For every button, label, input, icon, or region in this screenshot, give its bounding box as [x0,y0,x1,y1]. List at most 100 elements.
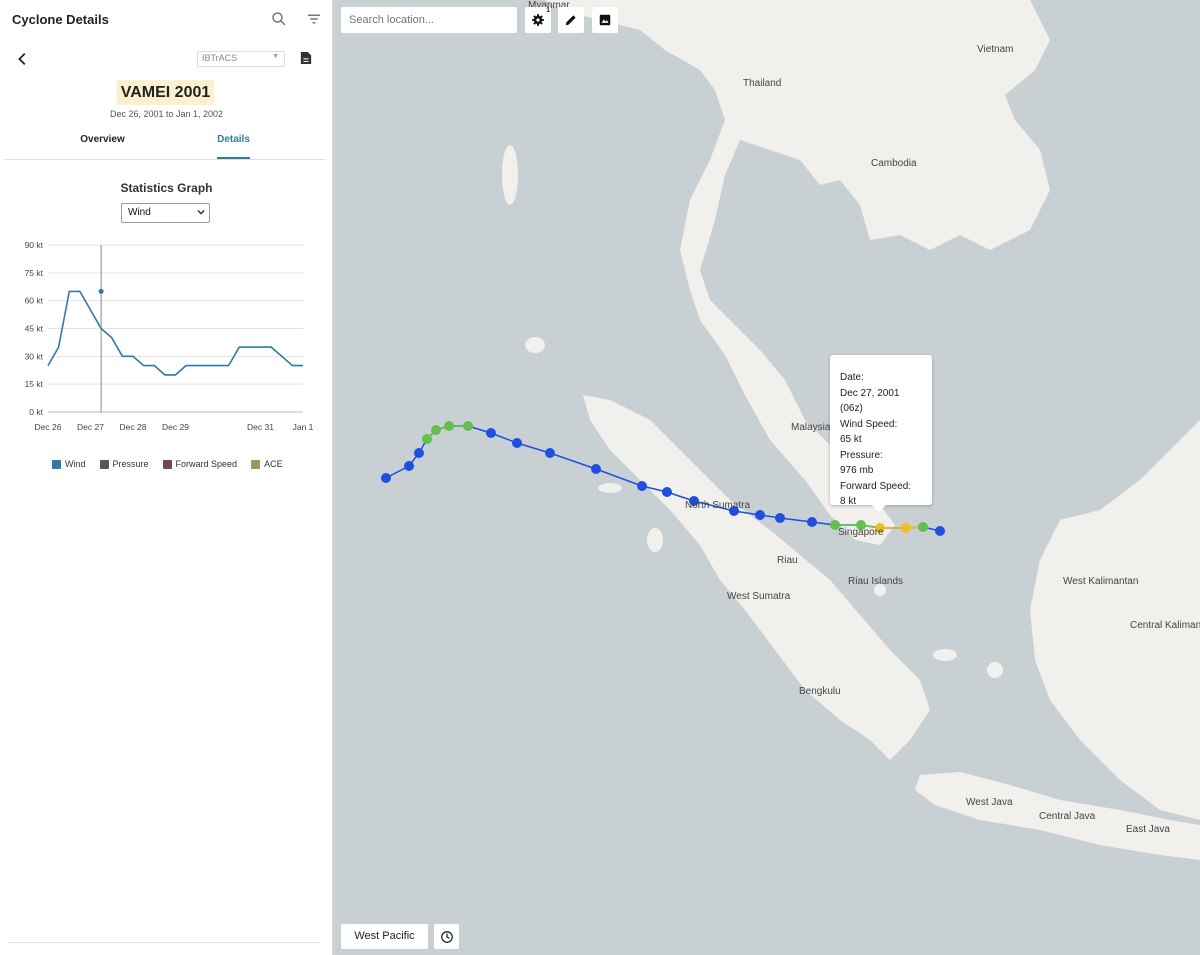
track-point[interactable] [591,464,601,474]
tooltip-pressure-value: 976 mb [840,465,874,476]
legend-swatch [251,459,261,469]
document-icon[interactable] [300,51,314,67]
land-island [987,662,1003,678]
tooltip-fwd-label: Forward Speed: [840,480,912,492]
highlight-point [98,288,104,294]
y-tick-label: 45 kt [25,324,44,334]
map-label-central-java: Central Java [1039,811,1096,822]
history-button[interactable] [434,924,459,949]
wind-chart[interactable]: 0 kt 15 kt 30 kt 45 kt 60 kt 75 kt 90 kt Dec 26… [0,235,333,435]
map-label-west-kalimantan: West Kalimantan [1063,576,1139,587]
back-arrow-icon[interactable] [14,50,34,70]
x-tick-label: Dec 26 [35,422,62,432]
track-point[interactable] [381,473,391,483]
metric-select[interactable]: Wind [121,203,210,223]
map-label-west-java: West Java [966,797,1013,808]
divider [8,942,320,943]
track-point[interactable] [755,510,765,520]
map-label-vietnam: Vietnam [977,44,1014,55]
draw-button[interactable] [558,7,584,33]
region-button[interactable]: West Pacific [341,924,428,949]
land-mainland [545,0,1050,545]
legend-swatch [52,459,61,469]
track-point[interactable] [486,428,496,438]
cyclone-details-panel: Cyclone Details IBTrACS ▼ VAMEI 2001 Dec… [0,0,333,955]
y-tick-label: 90 kt [25,240,44,250]
panel-header: Cyclone Details [0,0,333,40]
chart-legend: Wind Pressure Forward Speed ACE [52,459,283,469]
legend-wind[interactable]: Wind [52,459,86,469]
track-point[interactable] [662,487,672,497]
map-label-riau: Riau [777,555,798,566]
image-icon [599,14,611,26]
tab-details[interactable]: Details [217,126,250,159]
legend-forward-speed[interactable]: Forward Speed [162,459,238,469]
map-label-malaysia: Malaysia [791,422,831,433]
track-point[interactable] [431,425,441,435]
track-point[interactable] [901,523,911,533]
metric-value: Wind [128,207,151,218]
series-line-wind [47,290,303,376]
map-label-cambodia: Cambodia [871,158,917,169]
track-point[interactable] [935,526,945,536]
map-label-east-java: East Java [1126,824,1170,835]
land-island [647,528,663,552]
y-tick-label: 75 kt [25,268,44,278]
legend-label: Wind [65,459,86,469]
track-point[interactable] [422,434,432,444]
track-point-tooltip: Date: Dec 27, 2001 (06z) Wind Speed: 65 … [830,355,932,512]
track-point[interactable] [444,421,454,431]
search-icon[interactable] [270,10,292,32]
tab-overview[interactable]: Overview [70,126,135,159]
legend-label: ACE [264,459,283,469]
map-label-bengkulu: Bengkulu [799,686,841,697]
track-point[interactable] [404,461,414,471]
y-tick-label: 60 kt [25,296,44,306]
tooltip-wind-label: Wind Speed: [840,418,898,430]
tooltip-pressure-label: Pressure: [840,449,883,461]
legend-pressure[interactable]: Pressure [99,459,149,469]
track-point[interactable] [918,522,928,532]
detail-tabs: Overview Details [5,126,325,160]
x-tick-label: Jan 1 [293,422,314,432]
map-label-west-sumatra: West Sumatra [727,591,791,602]
map-view[interactable]: Myanmar Thailand Vietnam Cambodia Malays… [333,0,1200,955]
settings-badge: 1 [546,7,550,14]
location-search-input[interactable] [341,7,517,33]
y-tick-label: 0 kt [29,407,43,417]
tooltip-fwd-value: 8 kt [840,496,857,507]
caret-down-icon: ▼ [272,53,279,60]
land-island [598,483,622,493]
track-point[interactable] [637,481,647,491]
filter-icon[interactable] [305,10,327,32]
map-label-thailand: Thailand [743,78,782,89]
track-point[interactable] [414,448,424,458]
track-point[interactable] [512,438,522,448]
statistics-graph-title: Statistics Graph [120,181,213,195]
map-label-singapore: Singapore [838,527,884,538]
tooltip-wind-value: 65 kt [840,434,862,445]
map-label-north-sumatra: North Sumatra [685,500,751,511]
image-button[interactable] [592,7,618,33]
map-label-central-kalimantan: Central Kalimantan [1130,620,1200,631]
track-point[interactable] [463,421,473,431]
track-point[interactable] [545,448,555,458]
legend-swatch [99,459,109,469]
storm-name: VAMEI 2001 [117,80,214,105]
legend-swatch [162,459,172,469]
clock-icon [440,930,453,943]
legend-ace[interactable]: ACE [251,459,283,469]
x-tick-label: Dec 29 [162,422,189,432]
track-point[interactable] [807,517,817,527]
storm-dates: Dec 26, 2001 to Jan 1, 2002 [109,109,224,119]
legend-label: Forward Speed [175,459,238,469]
gear-icon [532,14,544,26]
tooltip-date-value: Dec 27, 2001 (06z) [840,387,900,415]
map-label-riau-islands: Riau Islands [848,576,904,587]
panel-title: Cyclone Details [12,12,109,27]
settings-button[interactable]: 1 [525,7,551,33]
x-tick-label: Dec 31 [247,422,274,432]
data-source-select[interactable]: IBTrACS ▼ [197,51,285,67]
track-point[interactable] [775,513,785,523]
legend-label: Pressure [112,459,149,469]
